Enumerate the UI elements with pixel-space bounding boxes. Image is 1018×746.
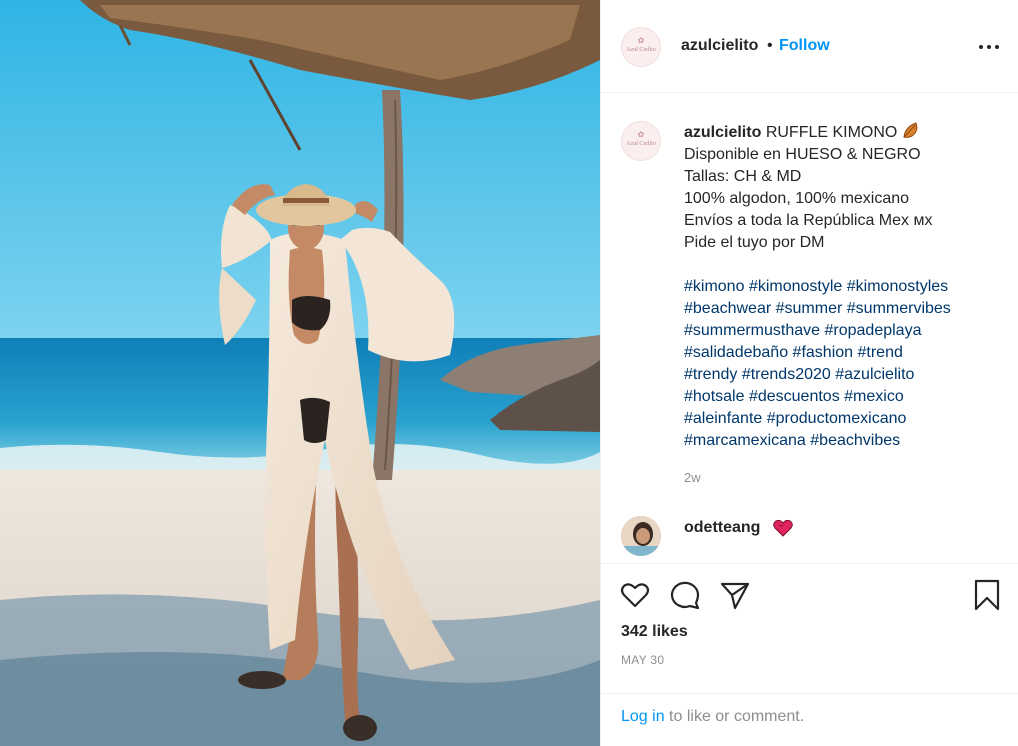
commenter-photo [621,516,661,556]
avatar-logo-mark: ✿ [637,130,645,139]
post-side-panel: ✿ Azul Cielito azulcielito • Follow ✿ Az… [600,0,1018,746]
caption-username-link[interactable]: azulcielito [684,124,761,141]
dot [987,45,991,49]
hashtag-link[interactable]: #marcamexicana [684,432,806,449]
hashtag-link[interactable]: #kimonostyle [749,278,842,295]
login-prompt-text: to like or comment. [664,708,805,725]
hashtag-line: #summermusthave #ropadeplaya [684,320,1004,342]
hashtag-line: #hotsale #descuentos #mexico [684,386,1004,408]
hashtag-link[interactable]: #ropadeplaya [825,322,922,339]
hashtag-link[interactable]: #beachwear [684,300,771,317]
hashtag-link[interactable]: #mexico [844,388,904,405]
avatar-logo-text: Azul Cielito [626,141,656,147]
commenter-username-link[interactable]: odetteang [684,519,760,537]
post-caption: azulcielito RUFFLE KIMONO Disponible en … [684,121,1004,452]
hashtag-line: #aleinfante #productomexicano [684,408,1004,430]
hashtag-line: #salidadebaño #fashion #trend [684,342,1004,364]
hashtag-link[interactable]: #hotsale [684,388,745,405]
author-avatar[interactable]: ✿ Azul Cielito [621,27,661,67]
login-prompt-footer: Log in to like or comment. [601,693,1018,746]
heart-outline-icon[interactable] [619,579,651,611]
follow-button[interactable]: Follow [779,37,830,55]
hashtag-link[interactable]: #azulcielito [835,366,914,383]
paper-plane-icon[interactable] [719,579,751,611]
caption-first-line: azulcielito RUFFLE KIMONO [684,121,1004,144]
hashtag-link[interactable]: #fashion [793,344,854,361]
hashtag-link[interactable]: #summermusthave [684,322,820,339]
post-photo[interactable] [0,0,600,746]
hashtag-link[interactable]: #beachvibes [810,432,900,449]
caption-timestamp[interactable]: 2w [684,470,701,485]
post-date[interactable]: MAY 30 [621,653,664,667]
login-prompt: Log in to like or comment. [621,708,804,726]
avatar-logo-text: Azul Cielito [626,47,656,53]
hashtag-line: #kimono #kimonostyle #kimonostyles [684,276,1004,298]
login-link[interactable]: Log in [621,708,665,725]
commenter-avatar[interactable] [621,516,661,556]
hashtag-link[interactable]: #kimono [684,278,744,295]
hashtag-link[interactable]: #trend [858,344,903,361]
hashtag-line: #beachwear #summer #summervibes [684,298,1004,320]
caption-line: Envíos a toda la República Mex ᴍx [684,212,933,229]
caption-line: Tallas: CH & MD [684,168,802,185]
avatar-logo-mark: ✿ [637,36,645,45]
dot [979,45,983,49]
caption-line: RUFFLE KIMONO [765,124,898,141]
heart-emoji-icon [773,519,793,537]
caption-line: Pide el tuyo por DM [684,234,825,251]
ellipsis-icon[interactable] [977,36,1001,56]
hashtag-line: #marcamexicana #beachvibes [684,430,1004,452]
hashtag-link[interactable]: #salidadebaño [684,344,788,361]
bookmark-icon[interactable] [971,579,1003,611]
speech-bubble-icon[interactable] [669,579,701,611]
caption-line: 100% algodon, 100% mexicano [684,190,910,207]
caption-author-avatar[interactable]: ✿ Azul Cielito [621,121,661,161]
post-actions: 342 likes MAY 30 [601,563,1018,693]
comments-section: ✿ Azul Cielito azulcielito RUFFLE KIMONO… [601,93,1018,563]
dot [995,45,999,49]
beach-photo-illustration [0,0,600,746]
leaf-emoji-icon [903,122,918,138]
hashtag-link[interactable]: #productomexicano [767,410,907,427]
hashtag-link[interactable]: #trendy [684,366,737,383]
hashtag-link[interactable]: #summer [776,300,843,317]
hashtag-link[interactable]: #kimonostyles [847,278,948,295]
likes-count[interactable]: 342 likes [621,623,688,641]
hashtag-line: #trendy #trends2020 #azulcielito [684,364,1004,386]
caption-line: Disponible en HUESO & NEGRO [684,146,921,163]
hashtag-link[interactable]: #aleinfante [684,410,762,427]
post-header: ✿ Azul Cielito azulcielito • Follow [601,0,1018,93]
hashtag-link[interactable]: #trends2020 [742,366,831,383]
author-username-link[interactable]: azulcielito [681,37,758,55]
separator-dot: • [767,37,773,54]
hashtag-link[interactable]: #summervibes [847,300,951,317]
hashtag-link[interactable]: #descuentos [749,388,840,405]
